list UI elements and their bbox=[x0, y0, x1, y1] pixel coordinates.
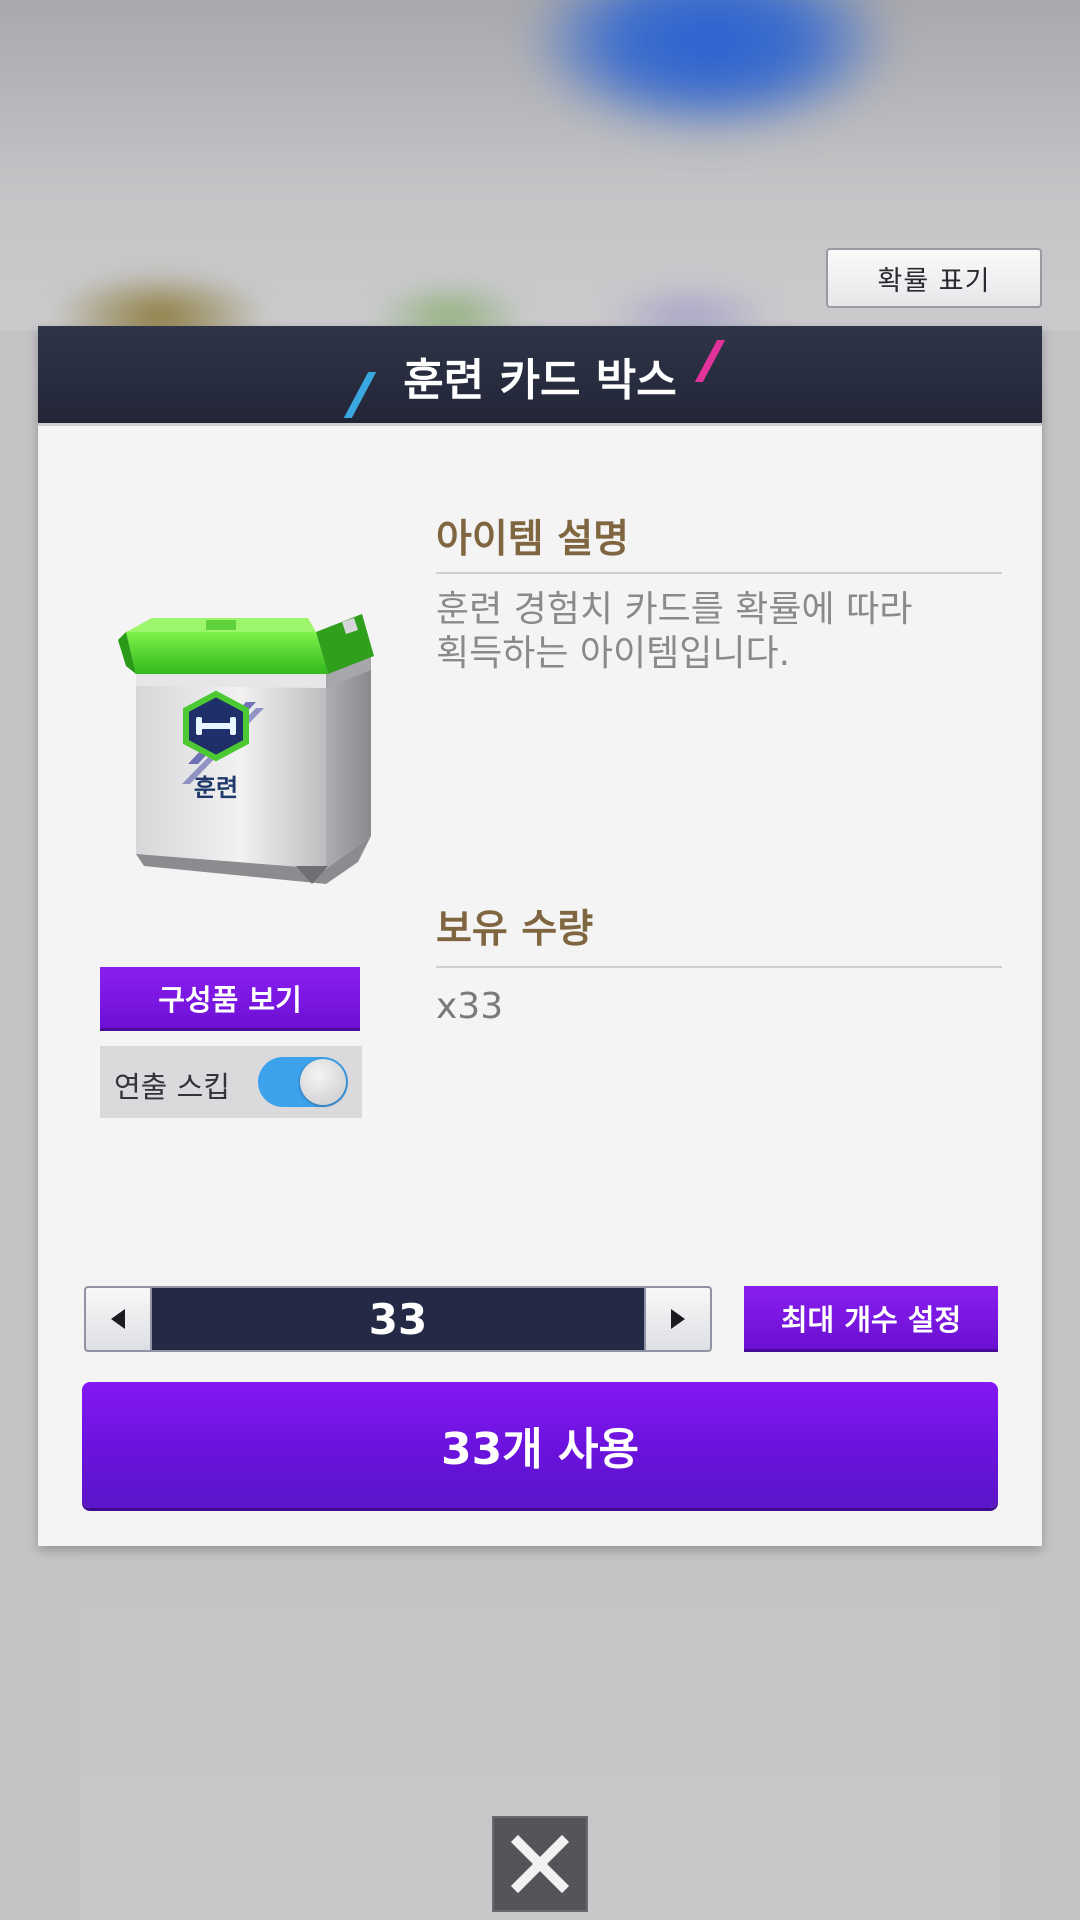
owned-quantity-value: x33 bbox=[436, 986, 504, 1027]
use-items-button[interactable]: 33개 사용 bbox=[82, 1382, 998, 1508]
skip-animation-label: 연출 스킵 bbox=[114, 1070, 230, 1104]
description-divider bbox=[436, 572, 1002, 574]
description-heading: 아이템 설명 bbox=[436, 517, 629, 562]
owned-quantity-heading: 보유 수량 bbox=[436, 907, 594, 952]
toggle-knob bbox=[300, 1059, 346, 1105]
close-button[interactable] bbox=[492, 1816, 588, 1912]
skip-animation-toggle[interactable] bbox=[258, 1057, 348, 1107]
training-card-box-icon: 훈련 bbox=[118, 614, 374, 884]
owned-divider bbox=[436, 966, 1002, 968]
skip-animation-row: 연출 스킵 bbox=[100, 1046, 362, 1118]
increase-button[interactable] bbox=[644, 1288, 710, 1350]
description-line-1: 훈련 경험치 카드를 확률에 따라 bbox=[436, 589, 913, 630]
view-components-button[interactable]: 구성품 보기 bbox=[100, 967, 360, 1031]
triangle-right-icon bbox=[671, 1309, 685, 1329]
quantity-stepper: 33 bbox=[84, 1286, 712, 1352]
close-icon bbox=[510, 1834, 570, 1894]
item-use-dialog: 훈련 카드 박스 훈련 아이템 설명 훈련 경험치 카드를 확률에 따라 획득하… bbox=[38, 326, 1042, 1546]
probability-info-button[interactable]: 확률 표기 bbox=[826, 248, 1042, 308]
dialog-header: 훈련 카드 박스 bbox=[38, 326, 1042, 426]
decrease-button[interactable] bbox=[86, 1288, 152, 1350]
description-line-2: 획득하는 아이템입니다. bbox=[436, 633, 791, 674]
item-badge-text: 훈련 bbox=[194, 774, 238, 802]
set-max-quantity-button[interactable]: 최대 개수 설정 bbox=[744, 1286, 998, 1352]
triangle-left-icon bbox=[111, 1309, 125, 1329]
dialog-title: 훈련 카드 박스 bbox=[403, 355, 677, 406]
quantity-value[interactable]: 33 bbox=[152, 1288, 644, 1350]
item-description: 훈련 경험치 카드를 확률에 따라 획득하는 아이템입니다. bbox=[436, 588, 996, 676]
